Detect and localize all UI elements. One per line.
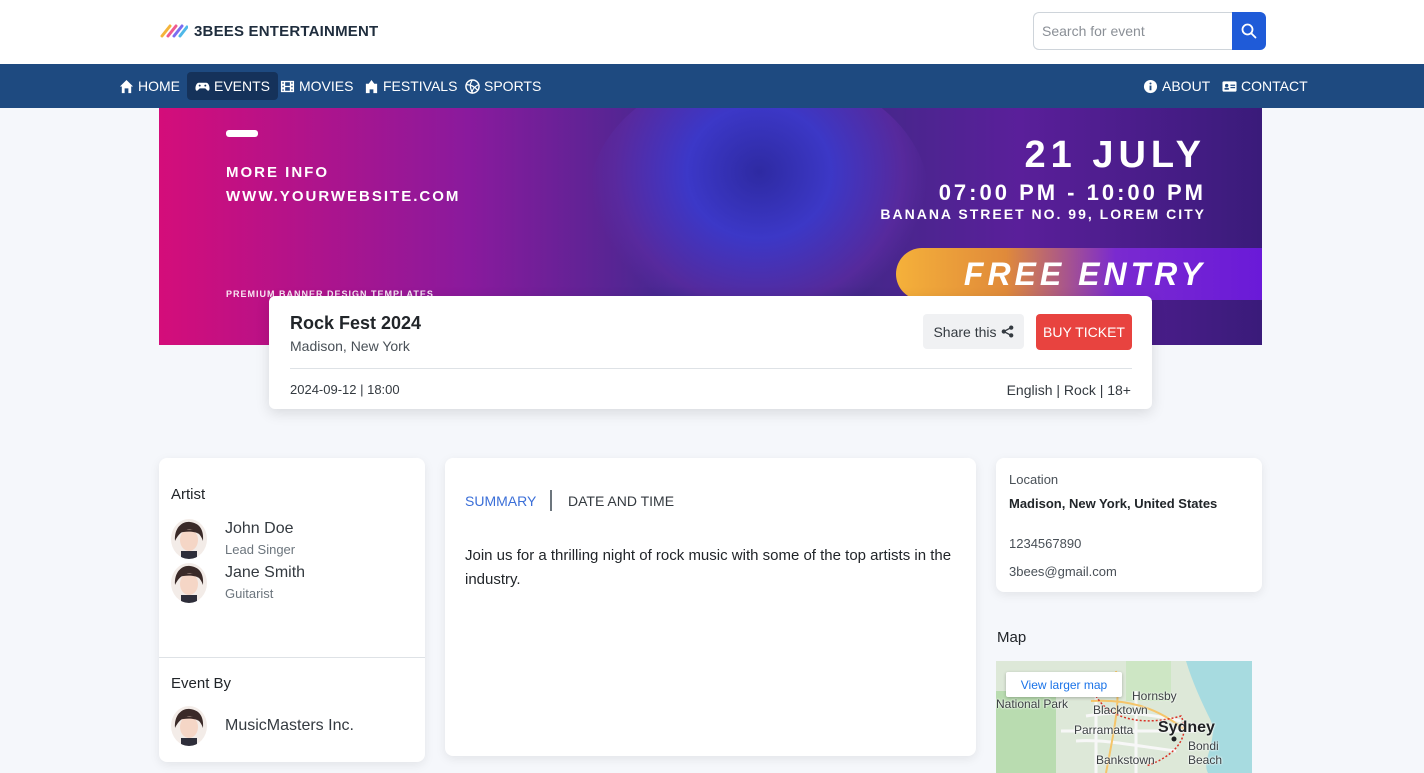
avatar: [171, 519, 207, 559]
nav-home[interactable]: HOME: [111, 72, 188, 100]
map-label-parramatta: Parramatta: [1074, 723, 1134, 737]
logo-icon: [160, 24, 188, 38]
brand[interactable]: 3BEES ENTERTAINMENT: [160, 22, 378, 40]
banner-website: WWW.YOURWEBSITE.COM: [226, 188, 461, 205]
event-location: Madison, New York: [290, 338, 410, 354]
contact-card: Location Madison, New York, United State…: [996, 458, 1262, 592]
nav-sports-label: SPORTS: [484, 78, 542, 94]
summary-card: SUMMARY DATE AND TIME Join us for a thri…: [445, 458, 976, 756]
share-icon: [1001, 325, 1013, 338]
location-value: Madison, New York, United States: [1009, 496, 1218, 511]
map-label-bankstown: Bankstown: [1096, 753, 1155, 767]
nav-festivals[interactable]: FESTIVALS: [356, 72, 465, 100]
tab-summary[interactable]: SUMMARY: [465, 493, 536, 509]
banner-dash: [226, 130, 258, 137]
brand-name: 3BEES ENTERTAINMENT: [194, 22, 379, 40]
nav-movies-label: MOVIES: [299, 78, 354, 94]
phone-number[interactable]: 1234567890: [1009, 536, 1081, 551]
event-card-divider: [290, 368, 1132, 369]
view-larger-map-link[interactable]: View larger map: [1006, 672, 1122, 697]
nav-home-label: HOME: [138, 78, 180, 94]
map-label-hornsby: Hornsby: [1132, 689, 1177, 703]
event-info-card: Rock Fest 2024 Madison, New York Share t…: [269, 296, 1152, 409]
organizer-item[interactable]: MusicMasters Inc.: [171, 706, 354, 746]
info-icon: [1143, 79, 1158, 93]
map-label-sydney: Sydney: [1158, 719, 1215, 736]
nav-about[interactable]: ABOUT: [1135, 72, 1218, 100]
buy-ticket-button[interactable]: BUY TICKET: [1036, 314, 1132, 350]
banner-more-info: MORE INFO: [226, 164, 329, 181]
main-nav: HOME EVENTS MOVIES FESTIVALS SPORTS ABOU…: [0, 64, 1424, 108]
banner-date: 21 JULY: [1024, 134, 1206, 176]
location-label: Location: [1009, 472, 1059, 487]
nav-events[interactable]: EVENTS: [187, 72, 279, 100]
map-label-bondi: Bondi Beach: [1188, 739, 1223, 767]
gamepad-icon: [195, 82, 210, 91]
film-icon: [280, 80, 295, 92]
tab-separator: [550, 490, 552, 511]
search-icon: [1241, 23, 1257, 39]
email-address[interactable]: 3bees@gmail.com: [1009, 564, 1117, 579]
banner-time: 07:00 PM - 10:00 PM: [938, 180, 1206, 205]
nav-events-label: EVENTS: [214, 78, 271, 94]
tab-date-and-time[interactable]: DATE AND TIME: [568, 493, 674, 509]
home-icon: [119, 79, 134, 93]
artist-item[interactable]: John Doe Lead Singer: [171, 519, 295, 559]
banner-address: BANANA STREET NO. 99, LOREM CITY: [880, 206, 1206, 222]
avatar: [171, 706, 207, 746]
nav-contact-label: CONTACT: [1241, 78, 1308, 94]
event-title: Rock Fest 2024: [290, 313, 422, 333]
map-heading: Map: [997, 629, 1027, 646]
search-input[interactable]: [1033, 12, 1232, 50]
artist-name: Jane Smith: [225, 564, 306, 581]
artist-card: Artist John Doe Lead Singer Jane Smith G…: [159, 458, 425, 762]
search-button[interactable]: [1232, 12, 1266, 50]
event-by-heading: Event By: [171, 675, 232, 692]
map-embed[interactable]: View larger map National Park Hornsby Bl…: [996, 661, 1252, 773]
nav-sports[interactable]: SPORTS: [457, 72, 549, 100]
nav-movies[interactable]: MOVIES: [272, 72, 361, 100]
nav-contact[interactable]: CONTACT: [1214, 72, 1316, 100]
event-meta: English | Rock | 18+: [1006, 382, 1131, 398]
search-bar: [1033, 12, 1266, 50]
share-button[interactable]: Share this: [923, 314, 1024, 349]
contact-card-icon: [1222, 80, 1237, 92]
artist-name: John Doe: [225, 520, 294, 537]
map-label-national-park: National Park: [996, 697, 1069, 711]
artist-role: Lead Singer: [225, 542, 296, 557]
volleyball-icon: [465, 78, 480, 94]
event-datetime: 2024-09-12 | 18:00: [290, 382, 400, 397]
banner-free-entry: FREE ENTRY: [963, 256, 1206, 292]
artist-role: Guitarist: [225, 586, 274, 601]
organizer-name: MusicMasters Inc.: [225, 717, 354, 734]
top-header: 3BEES ENTERTAINMENT: [0, 0, 1424, 64]
share-button-label: Share this: [933, 323, 997, 340]
nav-about-label: ABOUT: [1162, 78, 1211, 94]
avatar: [171, 563, 207, 603]
banner-performer-image: [589, 108, 929, 328]
nav-festivals-label: FESTIVALS: [383, 78, 458, 94]
map-label-blacktown: Blacktown: [1093, 703, 1148, 717]
summary-text: Join us for a thrilling night of rock mu…: [465, 547, 952, 588]
artist-item[interactable]: Jane Smith Guitarist: [171, 563, 305, 603]
artist-heading: Artist: [171, 486, 206, 503]
artist-card-divider: [159, 657, 425, 658]
festival-icon: [365, 79, 378, 93]
